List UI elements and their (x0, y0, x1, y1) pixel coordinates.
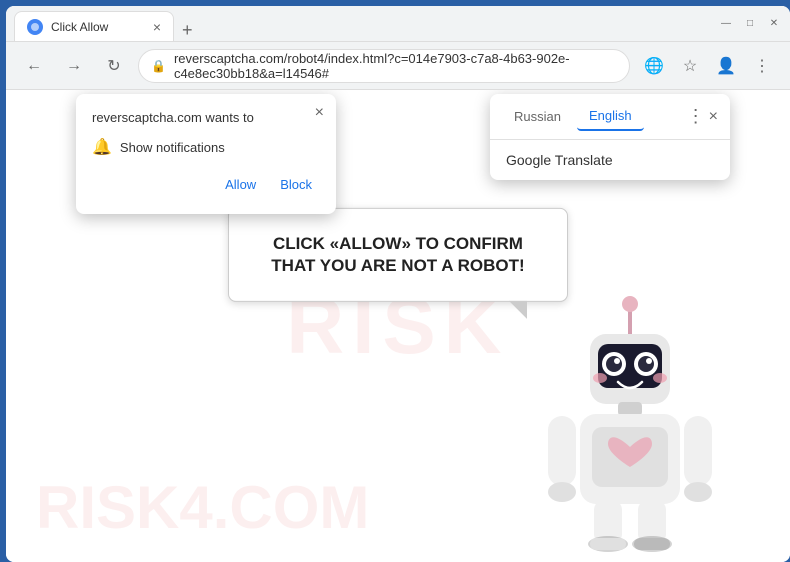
translate-popup: Russian English ⋮ × Google Translate (490, 94, 730, 180)
page-message-inner: CLICK «ALLOW» TO CONFIRM THAT YOU ARE NO… (269, 233, 527, 277)
translate-body: Google Translate (490, 140, 730, 180)
navigation-bar: ← → ↻ 🔒 reverscaptcha.com/robot4/index.h… (6, 42, 790, 90)
allow-button[interactable]: Allow (217, 171, 264, 198)
popup-title: reverscaptcha.com wants to (92, 110, 320, 125)
back-button[interactable]: ← (18, 50, 50, 82)
notification-popup: × reverscaptcha.com wants to 🔔 Show noti… (76, 94, 336, 214)
profile-button[interactable]: 👤 (710, 50, 742, 82)
lock-icon: 🔒 (151, 59, 166, 73)
title-bar: Click Allow × + — □ ✕ (6, 6, 790, 42)
translate-close-button[interactable]: × (709, 108, 718, 126)
browser-tab[interactable]: Click Allow × (14, 11, 174, 41)
bell-icon: 🔔 (92, 137, 112, 157)
robot-illustration (530, 282, 730, 562)
page-message-bubble: CLICK «ALLOW» TO CONFIRM THAT YOU ARE NO… (228, 208, 568, 302)
minimize-button[interactable]: — (718, 16, 734, 32)
watermark-bottom: RISK4.COM (36, 473, 369, 542)
block-button[interactable]: Block (272, 171, 320, 198)
forward-button[interactable]: → (58, 50, 90, 82)
maximize-button[interactable]: □ (742, 16, 758, 32)
popup-label: Show notifications (120, 140, 225, 155)
close-button[interactable]: ✕ (766, 16, 782, 32)
robot-svg (530, 282, 730, 562)
address-text: reverscaptcha.com/robot4/index.html?c=01… (174, 51, 617, 81)
reload-button[interactable]: ↻ (98, 50, 130, 82)
popup-actions: Allow Block (92, 171, 320, 198)
nav-actions: 🌐 ☆ 👤 ⋮ (638, 50, 778, 82)
window-controls: — □ ✕ (718, 16, 782, 32)
browser-window: Click Allow × + — □ ✕ ← → ↻ 🔒 reverscapt… (6, 6, 790, 562)
new-tab-button[interactable]: + (174, 20, 201, 41)
tab-title: Click Allow (51, 20, 108, 34)
tab-english[interactable]: English (577, 102, 644, 131)
bookmark-button[interactable]: ☆ (674, 50, 706, 82)
translate-more-icon[interactable]: ⋮ (687, 106, 705, 127)
translate-service: Google Translate (506, 152, 714, 168)
popup-notification-row: 🔔 Show notifications (92, 137, 320, 157)
tab-favicon (27, 19, 43, 35)
page-content: RISK RISK4.COM × reverscaptcha.com wants… (6, 90, 790, 562)
tab-close-btn[interactable]: × (153, 19, 161, 35)
popup-close-button[interactable]: × (315, 104, 324, 122)
address-bar[interactable]: 🔒 reverscaptcha.com/robot4/index.html?c=… (138, 49, 630, 83)
more-button[interactable]: ⋮ (746, 50, 778, 82)
tab-russian[interactable]: Russian (502, 103, 573, 130)
translate-nav-icon[interactable]: 🌐 (638, 50, 670, 82)
main-message: CLICK «ALLOW» TO CONFIRM THAT YOU ARE NO… (269, 233, 527, 277)
tab-area: Click Allow × + (14, 6, 714, 41)
translate-tabs: Russian English ⋮ × (490, 94, 730, 140)
